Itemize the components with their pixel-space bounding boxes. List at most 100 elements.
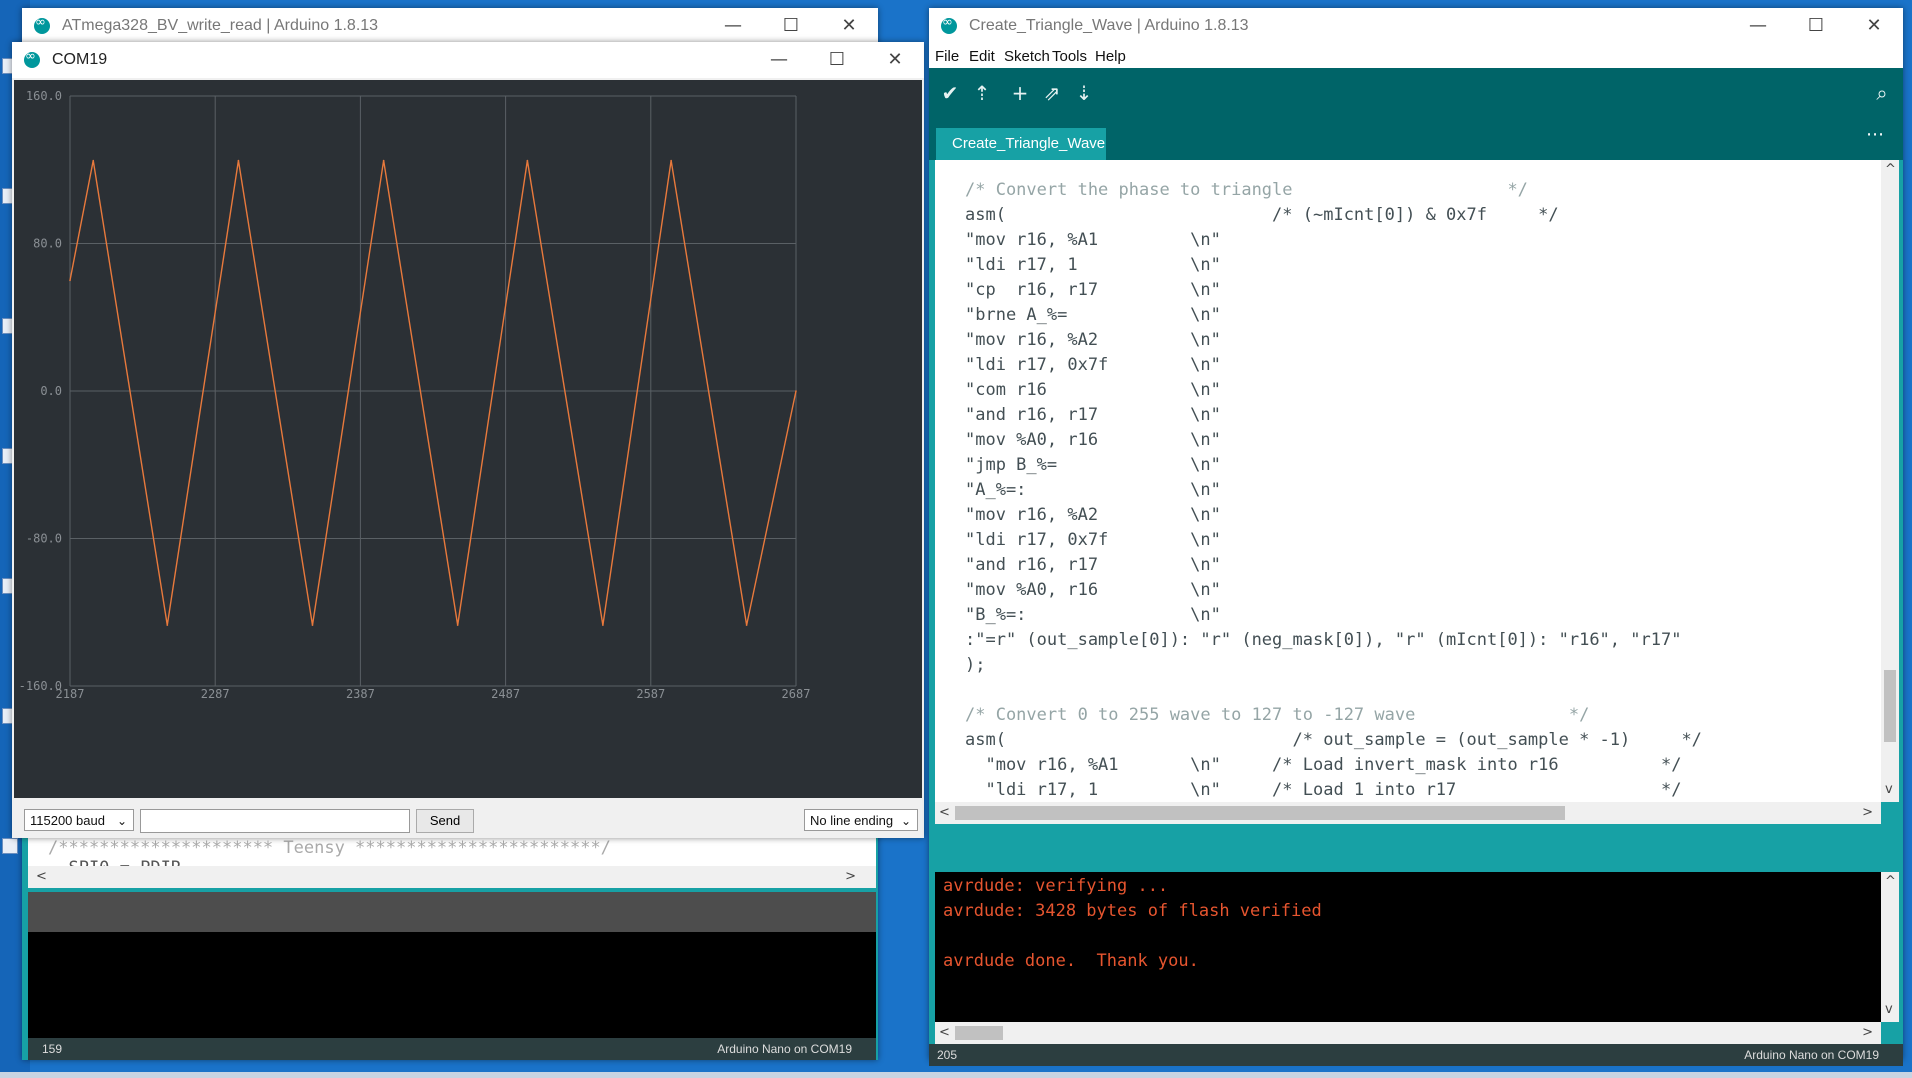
series-point	[382, 159, 385, 162]
scroll-right-icon[interactable]: >	[1862, 805, 1873, 820]
save-icon[interactable]: ⇣	[1069, 78, 1099, 108]
tab-create-triangle-wave[interactable]: Create_Triangle_Wave	[936, 128, 1106, 160]
left-ide-title: ATmega328_BV_write_read | Arduino 1.8.13	[62, 17, 379, 34]
scroll-up-icon[interactable]: ^	[1885, 874, 1896, 889]
menu-edit[interactable]: Edit	[969, 48, 995, 65]
console-hscroll[interactable]: < >	[935, 1022, 1881, 1044]
left-ide-hscroll[interactable]: < >	[28, 866, 876, 888]
line-number: 159	[42, 1042, 63, 1056]
series-point	[602, 624, 604, 626]
code-line: "brne A_%= \n"	[965, 305, 1221, 325]
board-port: Arduino Nano on COM19	[717, 1042, 852, 1056]
series-point	[166, 624, 169, 626]
serial-monitor-icon[interactable]: ⌕	[1867, 78, 1897, 108]
open-icon[interactable]: ⇗	[1037, 78, 1067, 108]
x-tick-label: 2587	[636, 687, 665, 701]
menu-tools[interactable]: Tools	[1052, 48, 1087, 65]
maximize-icon[interactable]: ☐	[762, 8, 820, 44]
footer: 205 Arduino Nano on COM19	[929, 1044, 1903, 1066]
code-line: "and r16, r17 \n"	[965, 555, 1221, 575]
right-ide-title: Create_Triangle_Wave | Arduino 1.8.13	[969, 17, 1249, 34]
close-icon[interactable]: ✕	[866, 42, 924, 78]
serial-plotter-window[interactable]: COM19 — ☐ ✕ 160.080.00.0-80.0-160.021872…	[12, 42, 924, 838]
window-controls: — ☐ ✕	[1729, 8, 1903, 44]
plotter-controls: 115200 baud ⌄ Send No line ending ⌄	[14, 798, 922, 836]
plotter-titlebar[interactable]: COM19 — ☐ ✕	[12, 42, 924, 78]
series-point	[670, 159, 672, 162]
scroll-thumb[interactable]	[955, 1026, 1003, 1040]
series-point	[526, 159, 529, 162]
scroll-up-icon[interactable]: ^	[1885, 162, 1896, 177]
scroll-down-icon[interactable]: v	[1885, 1002, 1893, 1017]
series-point	[795, 390, 797, 392]
window-controls: — ☐ ✕	[750, 42, 924, 78]
scroll-left-icon[interactable]: <	[36, 869, 47, 884]
editor-vscroll[interactable]: ^ v	[1881, 160, 1899, 802]
series-point	[456, 624, 459, 626]
tab-bar: Create_Triangle_Wave ⋯	[929, 118, 1903, 160]
x-tick-label: 2187	[56, 687, 85, 701]
line-ending-select[interactable]: No line ending ⌄	[804, 809, 918, 831]
send-button[interactable]: Send	[416, 809, 474, 833]
x-tick-label: 2487	[491, 687, 520, 701]
console: avrdude: verifying ... avrdude: 3428 byte…	[935, 872, 1899, 1022]
close-icon[interactable]: ✕	[1845, 8, 1903, 44]
code-line: /* Convert the phase to triangle */	[965, 180, 1528, 200]
left-ide-status	[28, 892, 876, 932]
code-line: asm( /* (~mIcnt[0]) & 0x7f */	[965, 205, 1559, 225]
maximize-icon[interactable]: ☐	[1787, 8, 1845, 44]
plot-area: 160.0 80.0 0.0 -80.0 -160.0 2187 2287 2387 2487 2…	[14, 80, 922, 836]
desktop-icon[interactable]	[2, 838, 18, 854]
send-input[interactable]	[140, 809, 410, 833]
window-controls: — ☐ ✕	[704, 8, 878, 44]
code-line: /* Convert 0 to 255 wave to 127 to -127 …	[965, 705, 1590, 725]
right-ide-window[interactable]: Create_Triangle_Wave | Arduino 1.8.13 — …	[929, 8, 1903, 1066]
scroll-right-icon[interactable]: >	[845, 869, 856, 884]
code-line: "ldi r17, 0x7f \n"	[965, 355, 1221, 375]
menu-file[interactable]: File	[935, 48, 959, 65]
line-number: 205	[937, 1048, 958, 1062]
minimize-icon[interactable]: —	[750, 42, 808, 78]
scroll-left-icon[interactable]: <	[939, 805, 950, 820]
code-text: /* Convert the phase to triangle */ asm( …	[965, 178, 1702, 802]
menu-sketch[interactable]: Sketch	[1004, 48, 1050, 65]
menubar: File Edit Sketch Tools Help	[929, 44, 1903, 68]
scroll-left-icon[interactable]: <	[939, 1025, 950, 1040]
code-line: "mov %A0, r16 \n"	[965, 580, 1221, 600]
baud-value: 115200 baud	[30, 813, 105, 828]
taskbar-edge	[0, 1072, 1912, 1078]
line-ending-value: No line ending	[810, 813, 894, 828]
editor-hscroll[interactable]: < >	[935, 802, 1881, 824]
y-tick-label: 0.0	[40, 384, 62, 398]
scroll-thumb[interactable]	[1884, 670, 1896, 742]
y-tick-label: -80.0	[26, 532, 62, 546]
close-icon[interactable]: ✕	[820, 8, 878, 44]
console-vscroll[interactable]: ^ v	[1881, 872, 1899, 1022]
scroll-down-icon[interactable]: v	[1885, 782, 1893, 797]
code-editor[interactable]: /* Convert the phase to triangle */ asm( …	[935, 160, 1881, 802]
verify-icon[interactable]: ✔	[935, 78, 965, 108]
series-point	[92, 159, 95, 162]
code-line: "cp r16, r17 \n"	[965, 280, 1221, 300]
minimize-icon[interactable]: —	[1729, 8, 1787, 44]
code-line: :"=r" (out_sample[0]): "r" (neg_mask[0])…	[965, 630, 1682, 650]
y-tick-label: 160.0	[26, 89, 62, 103]
left-ide-titlebar[interactable]: ATmega328_BV_write_read | Arduino 1.8.13…	[22, 8, 878, 44]
new-icon[interactable]: +	[1005, 78, 1035, 108]
baud-select[interactable]: 115200 baud ⌄	[24, 809, 134, 831]
menu-help[interactable]: Help	[1095, 48, 1126, 65]
maximize-icon[interactable]: ☐	[808, 42, 866, 78]
console-line: avrdude: 3428 bytes of flash verified	[943, 901, 1322, 921]
scroll-right-icon[interactable]: >	[1862, 1025, 1873, 1040]
scroll-thumb[interactable]	[955, 806, 1565, 820]
more-icon[interactable]: ⋯	[1866, 124, 1885, 145]
code-line: "ldi r17, 1 \n"	[965, 255, 1221, 275]
x-tick-label: 2287	[201, 687, 230, 701]
minimize-icon[interactable]: —	[704, 8, 762, 44]
upload-icon[interactable]: ⇡	[967, 78, 997, 108]
left-ide-console	[28, 932, 876, 1038]
right-ide-titlebar[interactable]: Create_Triangle_Wave | Arduino 1.8.13 — …	[929, 8, 1903, 44]
x-tick-label: 2687	[782, 687, 811, 701]
left-ide-footer: 159 Arduino Nano on COM19	[28, 1038, 876, 1060]
